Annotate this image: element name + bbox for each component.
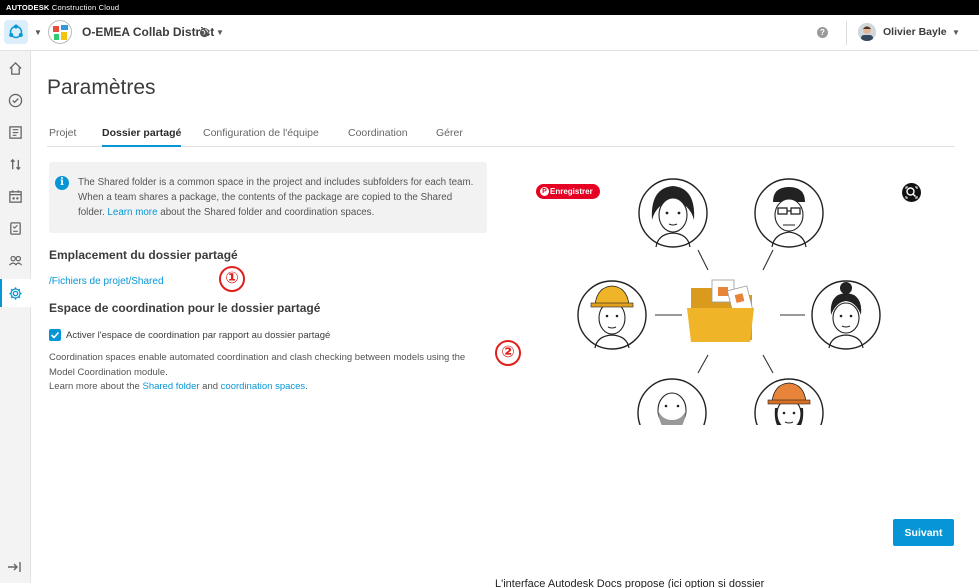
avatar[interactable] <box>858 23 876 41</box>
next-button[interactable]: Suivant <box>893 519 954 546</box>
person-avatar-3 <box>577 280 647 350</box>
expand-sidebar-icon[interactable] <box>6 560 22 578</box>
visual-search-icon[interactable] <box>902 183 921 202</box>
tab-projet[interactable]: Projet <box>49 127 76 147</box>
project-logo <box>48 20 72 44</box>
folder-icon <box>687 279 754 342</box>
user-chevron-down-icon[interactable]: ▼ <box>952 28 960 37</box>
tab-dossier-partage[interactable]: Dossier partagé <box>102 127 182 147</box>
overflow-caption: L'interface Autodesk Docs propose (ici o… <box>495 578 765 588</box>
user-name[interactable]: Olivier Bayle <box>883 26 947 38</box>
members-icon[interactable] <box>0 246 31 274</box>
annotation-marker-2: ② <box>495 340 521 366</box>
shared-folder-path-link[interactable]: /Fichiers de projet/Shared <box>49 276 164 287</box>
info-text-after: about the Shared folder and coordination… <box>157 207 375 218</box>
brand-bar: AUTODESK Construction Cloud <box>0 0 979 15</box>
home-icon[interactable] <box>0 54 31 82</box>
shared-folder-link[interactable]: Shared folder <box>142 381 199 392</box>
project-name[interactable]: O-EMEA Collab District <box>82 25 214 39</box>
transfer-icon[interactable] <box>0 150 31 178</box>
brand-product: Construction Cloud <box>49 3 120 12</box>
coordination-description: Coordination spaces enable automated coo… <box>49 351 489 395</box>
and-text: and <box>199 381 221 392</box>
forms-icon[interactable] <box>0 214 31 242</box>
learn-prefix: Learn more about the <box>49 381 143 392</box>
tab-gerer[interactable]: Gérer <box>436 127 463 147</box>
person-avatar-6 <box>754 378 824 448</box>
coordination-description-text: Coordination spaces enable automated coo… <box>49 352 466 378</box>
check-circle-icon[interactable] <box>0 86 31 114</box>
info-banner: i The Shared folder is a common space in… <box>49 162 487 233</box>
coordination-spaces-link[interactable]: coordination spaces <box>221 381 306 392</box>
coordination-heading: Espace de coordination pour le dossier p… <box>49 301 321 315</box>
coordination-checkbox[interactable] <box>49 329 61 341</box>
brand-name: AUTODESK <box>6 3 50 12</box>
location-heading: Emplacement du dossier partagé <box>49 248 238 262</box>
hub-icon[interactable] <box>4 20 28 44</box>
chevron-down-icon[interactable]: ▼ <box>34 28 42 37</box>
header-divider <box>846 21 847 45</box>
person-avatar-4 <box>811 280 881 350</box>
bottom-strip <box>0 583 979 588</box>
info-icon: i <box>55 176 69 190</box>
tab-coordination[interactable]: Coordination <box>348 127 408 147</box>
info-text: The Shared folder is a common space in t… <box>78 175 478 220</box>
help-icon[interactable]: ? <box>817 27 828 38</box>
sheets-icon[interactable] <box>0 118 31 146</box>
coordination-checkbox-label[interactable]: Activer l'espace de coordination par rap… <box>66 330 330 341</box>
tab-configuration-equipe[interactable]: Configuration de l'équipe <box>203 127 319 147</box>
settings-icon[interactable] <box>0 279 31 307</box>
person-avatar-5 <box>637 378 707 448</box>
globe-icon <box>199 25 210 43</box>
person-avatar-2 <box>754 178 824 248</box>
project-chevron-down-icon[interactable]: ▼ <box>216 28 224 37</box>
left-sidebar <box>0 51 31 588</box>
annotation-marker-1: ① <box>219 266 245 292</box>
learn-more-link[interactable]: Learn more <box>107 207 157 218</box>
calendar-icon[interactable] <box>0 182 31 210</box>
pinterest-icon: P <box>540 187 549 196</box>
period-text: . <box>305 381 308 392</box>
page-title: Paramètres <box>47 76 156 99</box>
shared-folder-illustration <box>570 170 890 448</box>
tab-bar: Projet Dossier partagé Configuration de … <box>47 120 955 147</box>
person-avatar-1 <box>638 178 708 248</box>
top-header: ▼ O-EMEA Collab District ▼ ? Olivier Bay… <box>0 15 979 51</box>
